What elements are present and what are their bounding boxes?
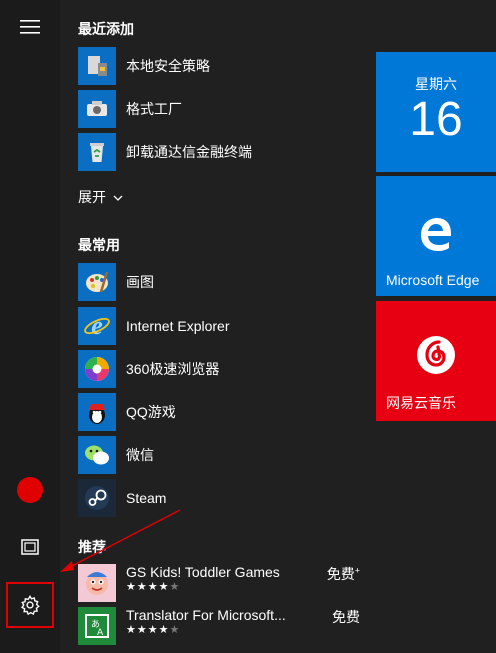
app-item-wechat[interactable]: 微信	[78, 435, 368, 475]
avatar	[17, 477, 43, 503]
calendar-date: 16	[409, 93, 463, 146]
paint-palette-icon	[78, 263, 116, 301]
recommended-name: Translator For Microsoft...	[126, 607, 286, 623]
expand-button[interactable]: 展开	[78, 187, 123, 207]
app-label: 画图	[126, 274, 154, 290]
documents-icon	[21, 539, 39, 555]
app-item-format-factory[interactable]: 格式工厂	[78, 89, 368, 129]
app-item-paint[interactable]: 画图	[78, 262, 368, 302]
app-label: 卸载通达信金融终端	[126, 144, 252, 160]
calendar-tile[interactable]: 星期六 16	[376, 52, 496, 172]
svg-text:A: A	[97, 628, 104, 638]
internet-explorer-icon: e	[78, 307, 116, 345]
translator-icon: あ A	[78, 607, 116, 645]
qq-game-icon	[78, 393, 116, 431]
app-label: QQ游戏	[126, 404, 176, 420]
expand-label: 展开	[78, 189, 106, 205]
recommended-item-translator[interactable]: あ A Translator For Microsoft... ★★★★★ 免费	[78, 607, 368, 647]
netease-music-icon	[417, 336, 455, 374]
gear-icon	[21, 594, 40, 616]
app-item-internet-explorer[interactable]: e Internet Explorer	[78, 306, 368, 346]
recommended-name: GS Kids! Toddler Games	[126, 564, 280, 580]
tile-label: 网易云音乐	[386, 395, 456, 411]
app-item-uninstall-tdx[interactable]: 卸载通达信金融终端	[78, 132, 368, 172]
section-recommended: 推荐	[78, 539, 106, 555]
gs-kids-icon	[78, 564, 116, 602]
start-menu: 最近添加 本地安全策略 格式工厂 卸载通达信金融终端 展开 最常用 画图 e I…	[0, 0, 496, 653]
chevron-down-icon	[113, 195, 123, 201]
app-item-steam[interactable]: Steam	[78, 478, 368, 518]
recommended-price: 免费+	[326, 565, 360, 582]
edge-tile[interactable]: Microsoft Edge	[376, 176, 496, 296]
section-recent: 最近添加	[78, 21, 134, 37]
app-label: 格式工厂	[126, 101, 182, 117]
app-label: 本地安全策略	[126, 58, 210, 74]
documents-button[interactable]	[0, 525, 60, 569]
menu-button[interactable]	[0, 5, 60, 49]
tile-label: Microsoft Edge	[386, 272, 480, 288]
recycle-bin-icon	[78, 133, 116, 171]
recommended-price: 免费	[332, 609, 360, 625]
recommended-text: GS Kids! Toddler Games ★★★★★	[126, 564, 280, 593]
app-label: Internet Explorer	[126, 318, 230, 334]
app-list: 最近添加 本地安全策略 格式工厂 卸载通达信金融终端 展开 最常用 画图 e I…	[60, 0, 370, 653]
app-label: Steam	[126, 490, 167, 506]
settings-button[interactable]	[0, 583, 60, 627]
steam-icon	[78, 479, 116, 517]
app-label: 微信	[126, 447, 154, 463]
hamburger-icon	[20, 20, 40, 34]
rating-stars: ★★★★★	[126, 581, 181, 593]
rating-stars: ★★★★★	[126, 624, 181, 636]
calendar-day: 星期六	[415, 76, 457, 92]
app-label: 360极速浏览器	[126, 361, 220, 377]
security-policy-icon	[78, 47, 116, 85]
svg-text:e: e	[91, 311, 103, 340]
section-frequent: 最常用	[78, 237, 120, 253]
app-item-qq-game[interactable]: QQ游戏	[78, 392, 368, 432]
left-rail	[0, 0, 60, 653]
recommended-item-gs-kids[interactable]: GS Kids! Toddler Games ★★★★★ 免费+	[78, 564, 368, 604]
format-factory-icon	[78, 90, 116, 128]
wechat-icon	[78, 436, 116, 474]
app-item-security-policy[interactable]: 本地安全策略	[78, 46, 368, 86]
netease-music-tile[interactable]: 网易云音乐	[376, 301, 496, 421]
360-browser-icon	[78, 350, 116, 388]
edge-icon	[421, 218, 451, 251]
app-item-360-browser[interactable]: 360极速浏览器	[78, 349, 368, 389]
user-button[interactable]	[0, 468, 60, 512]
recommended-text: Translator For Microsoft... ★★★★★	[126, 607, 286, 636]
